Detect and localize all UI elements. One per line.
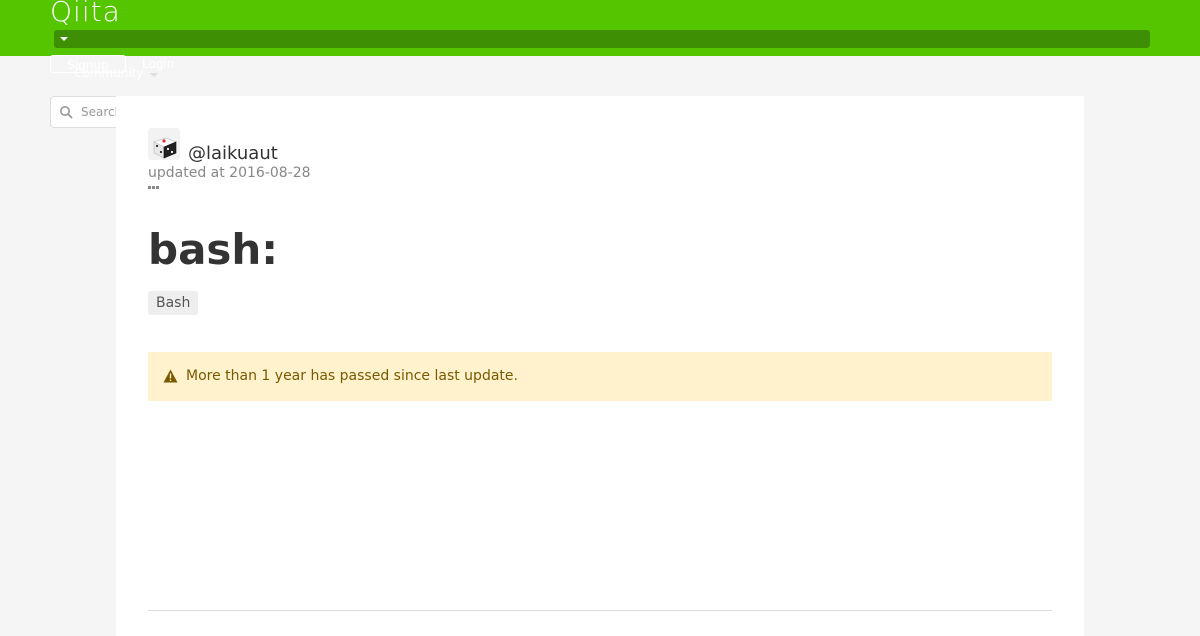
header-dropdown-bar[interactable] bbox=[54, 30, 1150, 48]
login-link[interactable]: Login bbox=[142, 57, 174, 71]
caret-down-icon bbox=[60, 37, 68, 41]
chevron-down-icon bbox=[150, 73, 158, 77]
qiita-logo[interactable]: Qiita bbox=[50, 0, 121, 28]
article-card: @laikuaut updated at 2016-08-28 bash: Ba… bbox=[116, 96, 1084, 636]
warning-icon bbox=[163, 369, 178, 383]
alert-message: More than 1 year has passed since last u… bbox=[186, 368, 518, 384]
community-menu[interactable]: Community bbox=[74, 66, 143, 80]
dice-avatar-image bbox=[148, 128, 180, 160]
author-name[interactable]: @laikuaut bbox=[188, 143, 278, 165]
outdated-alert: More than 1 year has passed since last u… bbox=[148, 352, 1052, 401]
more-options-icon[interactable] bbox=[148, 186, 164, 192]
avatar[interactable] bbox=[148, 128, 180, 160]
tag-bash[interactable]: Bash bbox=[148, 291, 199, 315]
updated-date: updated at 2016-08-28 bbox=[148, 165, 311, 181]
article-title: bash: bbox=[148, 225, 279, 274]
search-icon bbox=[60, 106, 73, 119]
global-header: Qiita bbox=[0, 0, 1200, 56]
content-divider bbox=[148, 610, 1052, 611]
